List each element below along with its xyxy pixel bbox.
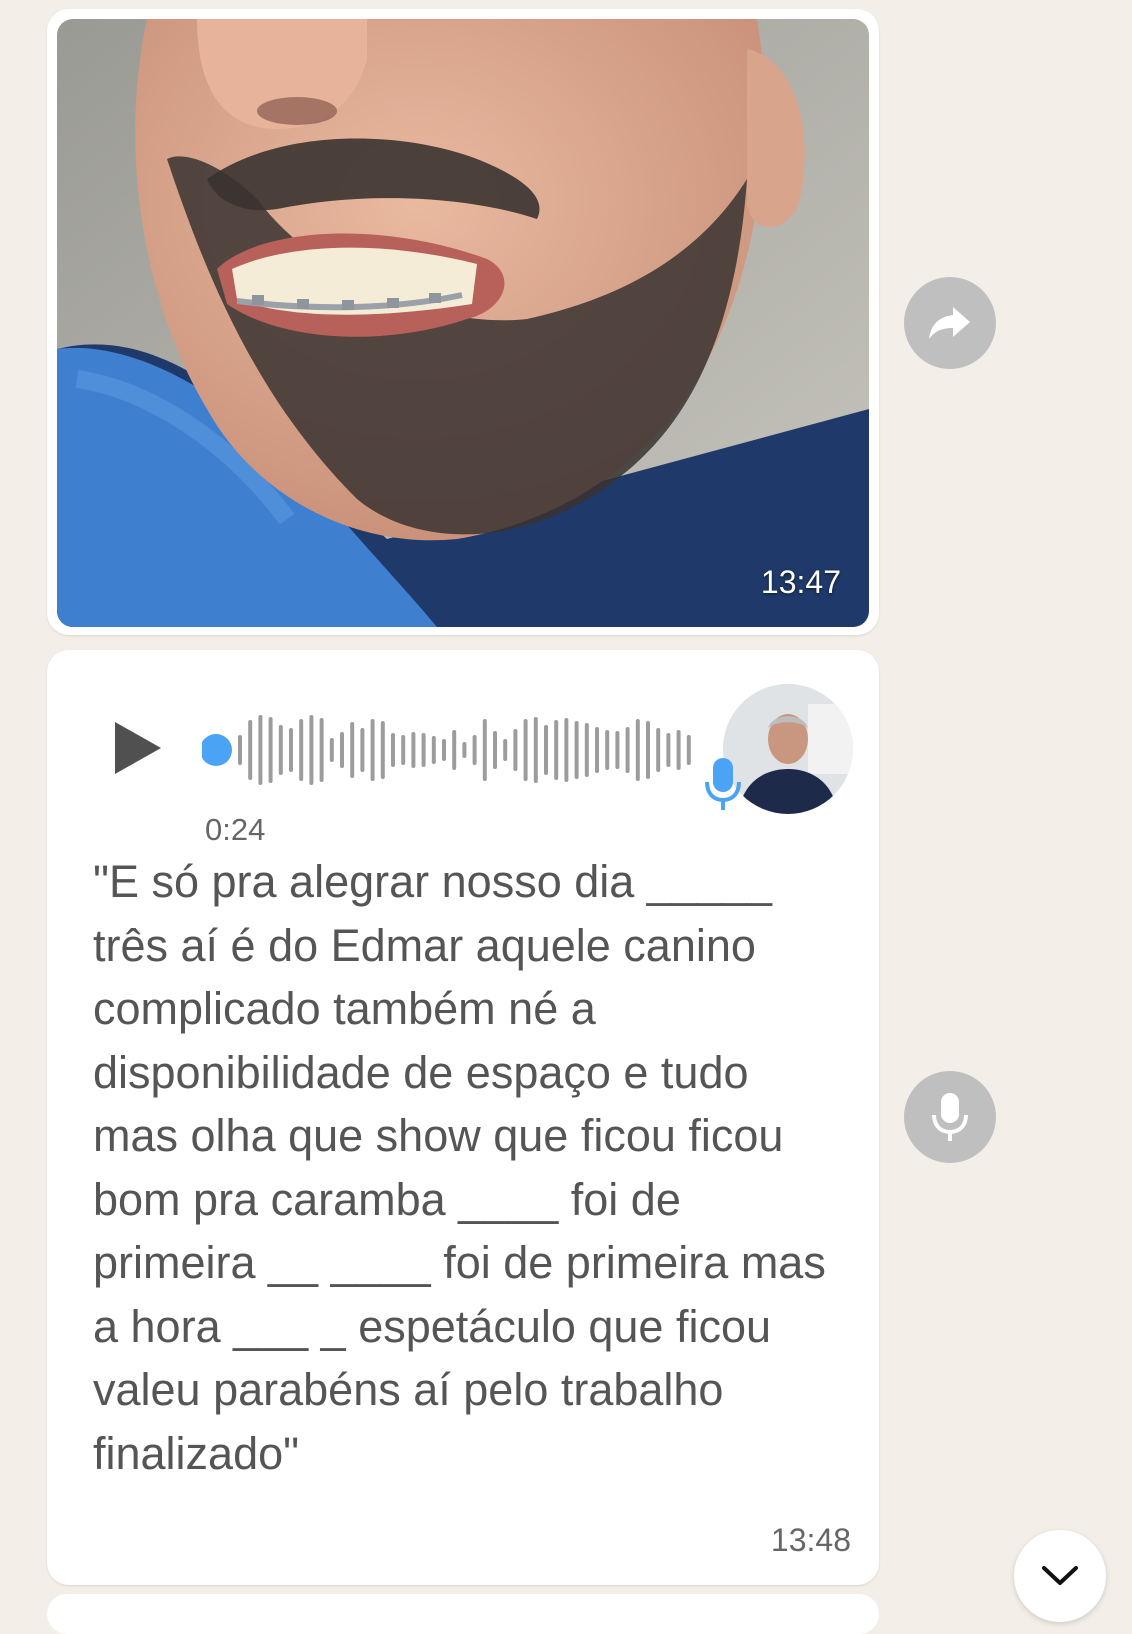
waveform-bar bbox=[574, 721, 579, 779]
waveform-bar bbox=[676, 730, 681, 770]
voice-transcript: "E só pra alegrar nosso dia _____ três a… bbox=[93, 856, 826, 1479]
waveform-bar bbox=[472, 735, 477, 765]
waveform-bar bbox=[340, 732, 344, 768]
waveform-bar bbox=[268, 717, 273, 783]
waveform-bar bbox=[564, 718, 569, 782]
waveform-bar bbox=[635, 719, 640, 781]
waveform-bar bbox=[544, 725, 548, 775]
image-message-bubble[interactable]: 13:47 bbox=[47, 9, 879, 635]
waveform-bar bbox=[482, 719, 487, 781]
message-photo[interactable]: 13:47 bbox=[57, 19, 869, 627]
microphone-icon bbox=[932, 1093, 968, 1141]
next-message-bubble bbox=[47, 1594, 879, 1634]
waveform-bar bbox=[554, 720, 559, 780]
waveform-bar bbox=[289, 728, 293, 772]
waveform-bar bbox=[533, 717, 538, 783]
audio-waveform[interactable] bbox=[202, 710, 722, 790]
play-button[interactable] bbox=[113, 720, 165, 776]
voice-duration: 0:24 bbox=[205, 812, 266, 847]
message-time: 13:48 bbox=[770, 1522, 851, 1558]
waveform-bar bbox=[493, 731, 497, 769]
waveform-bar bbox=[615, 731, 620, 769]
forward-icon bbox=[929, 307, 970, 339]
waveform-bar bbox=[503, 739, 508, 761]
waveform-bar bbox=[248, 720, 253, 780]
waveform-bar bbox=[686, 735, 691, 765]
waveform-bar bbox=[258, 715, 263, 785]
waveform-bar bbox=[360, 728, 365, 772]
playback-position-dot[interactable] bbox=[202, 734, 232, 766]
waveform-bar bbox=[309, 715, 314, 785]
waveform-bar bbox=[380, 721, 385, 779]
waveform-bar bbox=[299, 719, 304, 781]
waveform-bar bbox=[391, 733, 395, 767]
transcribe-button[interactable] bbox=[904, 1071, 996, 1163]
waveform-bar bbox=[431, 736, 436, 764]
waveform-bar bbox=[278, 725, 283, 775]
voice-message-bubble: 0:24 "E só pra alegrar nosso dia _____ t… bbox=[47, 650, 879, 1585]
waveform-bar bbox=[625, 727, 630, 773]
waveform-bar bbox=[370, 719, 375, 781]
waveform-bar bbox=[442, 739, 446, 761]
waveform-bar bbox=[584, 723, 589, 777]
play-icon bbox=[115, 722, 161, 774]
scroll-down-button[interactable] bbox=[1014, 1530, 1106, 1622]
waveform-bar bbox=[462, 742, 467, 758]
waveform-bar bbox=[350, 722, 355, 778]
waveform-bar bbox=[329, 738, 334, 762]
waveform-bar bbox=[238, 735, 242, 765]
waveform-bar bbox=[401, 735, 406, 765]
photo-illustration bbox=[57, 19, 869, 627]
waveform-bar bbox=[656, 728, 661, 772]
waveform-bar bbox=[452, 730, 457, 770]
chevron-down-icon bbox=[1042, 1566, 1078, 1585]
waveform-bar bbox=[605, 730, 610, 770]
waveform-bar bbox=[523, 719, 528, 781]
waveform-bar bbox=[595, 727, 599, 773]
waveform-bar bbox=[646, 721, 650, 779]
waveform-bar bbox=[666, 733, 671, 767]
voice-note-microphone-badge bbox=[703, 754, 743, 814]
waveform-bar bbox=[513, 729, 518, 771]
microphone-icon bbox=[705, 758, 741, 810]
waveform-bar bbox=[319, 718, 324, 782]
waveform-bar bbox=[411, 732, 416, 768]
waveform-bar bbox=[421, 733, 426, 767]
message-time: 13:47 bbox=[760, 564, 841, 600]
forward-button[interactable] bbox=[904, 277, 996, 369]
